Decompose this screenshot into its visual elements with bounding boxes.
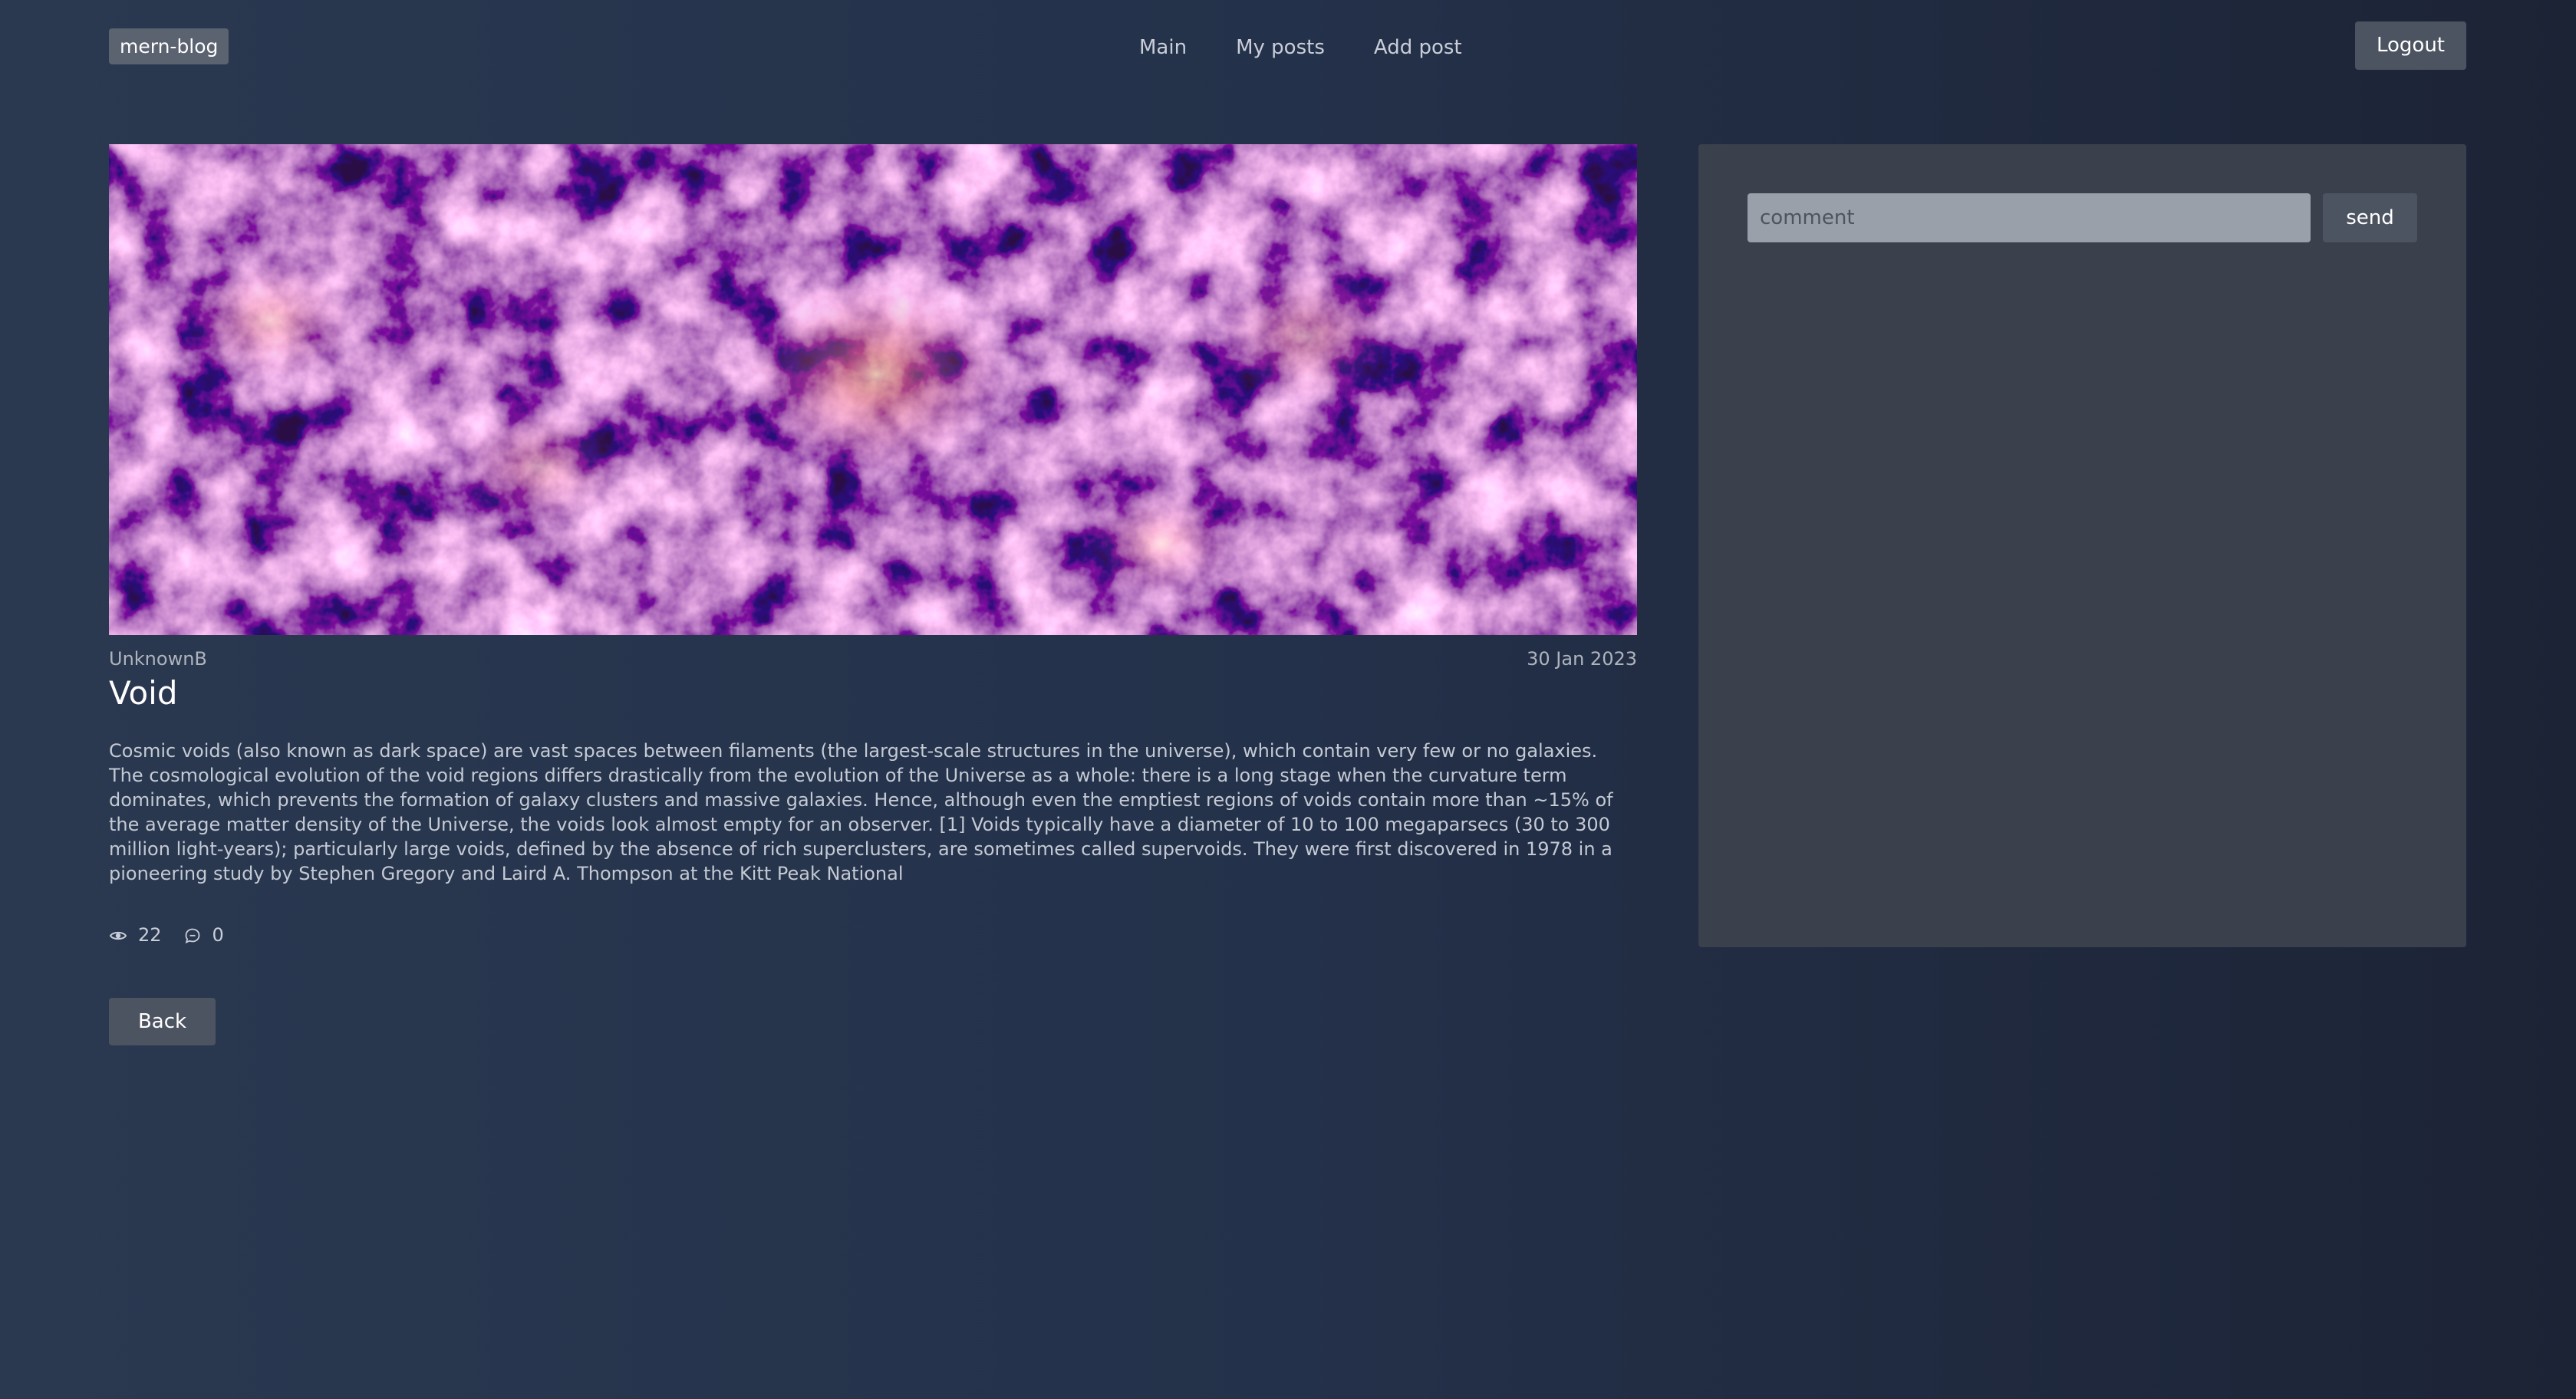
send-button[interactable]: send	[2323, 193, 2417, 242]
post-stats: 22 0	[109, 922, 245, 948]
eye-icon	[109, 926, 127, 944]
post-title: Void	[109, 674, 178, 712]
nav-links: Main My posts Add post	[1139, 34, 1462, 61]
views-count: 22	[138, 924, 162, 946]
post-body: Cosmic voids (also known as dark space) …	[109, 740, 1613, 884]
nav-link-add-post[interactable]: Add post	[1374, 34, 1462, 61]
comments-count: 0	[212, 924, 224, 946]
nav-link-my-posts[interactable]: My posts	[1236, 34, 1325, 61]
site-logo[interactable]: mern-blog	[109, 28, 229, 64]
chat-bubble-icon	[183, 926, 202, 944]
post-date: 30 Jan 2023	[1527, 648, 1637, 670]
post-author: UnknownB	[109, 648, 207, 670]
back-button[interactable]: Back	[109, 998, 216, 1045]
nav-link-main[interactable]: Main	[1139, 34, 1187, 61]
comment-input[interactable]	[1748, 193, 2311, 242]
post-image	[109, 144, 1637, 635]
logout-button[interactable]: Logout	[2355, 21, 2466, 70]
cosmic-web-image	[109, 144, 1637, 635]
navbar: mern-blog Main My posts Add post Logout	[0, 0, 2576, 92]
comments-panel: send	[1698, 144, 2466, 947]
